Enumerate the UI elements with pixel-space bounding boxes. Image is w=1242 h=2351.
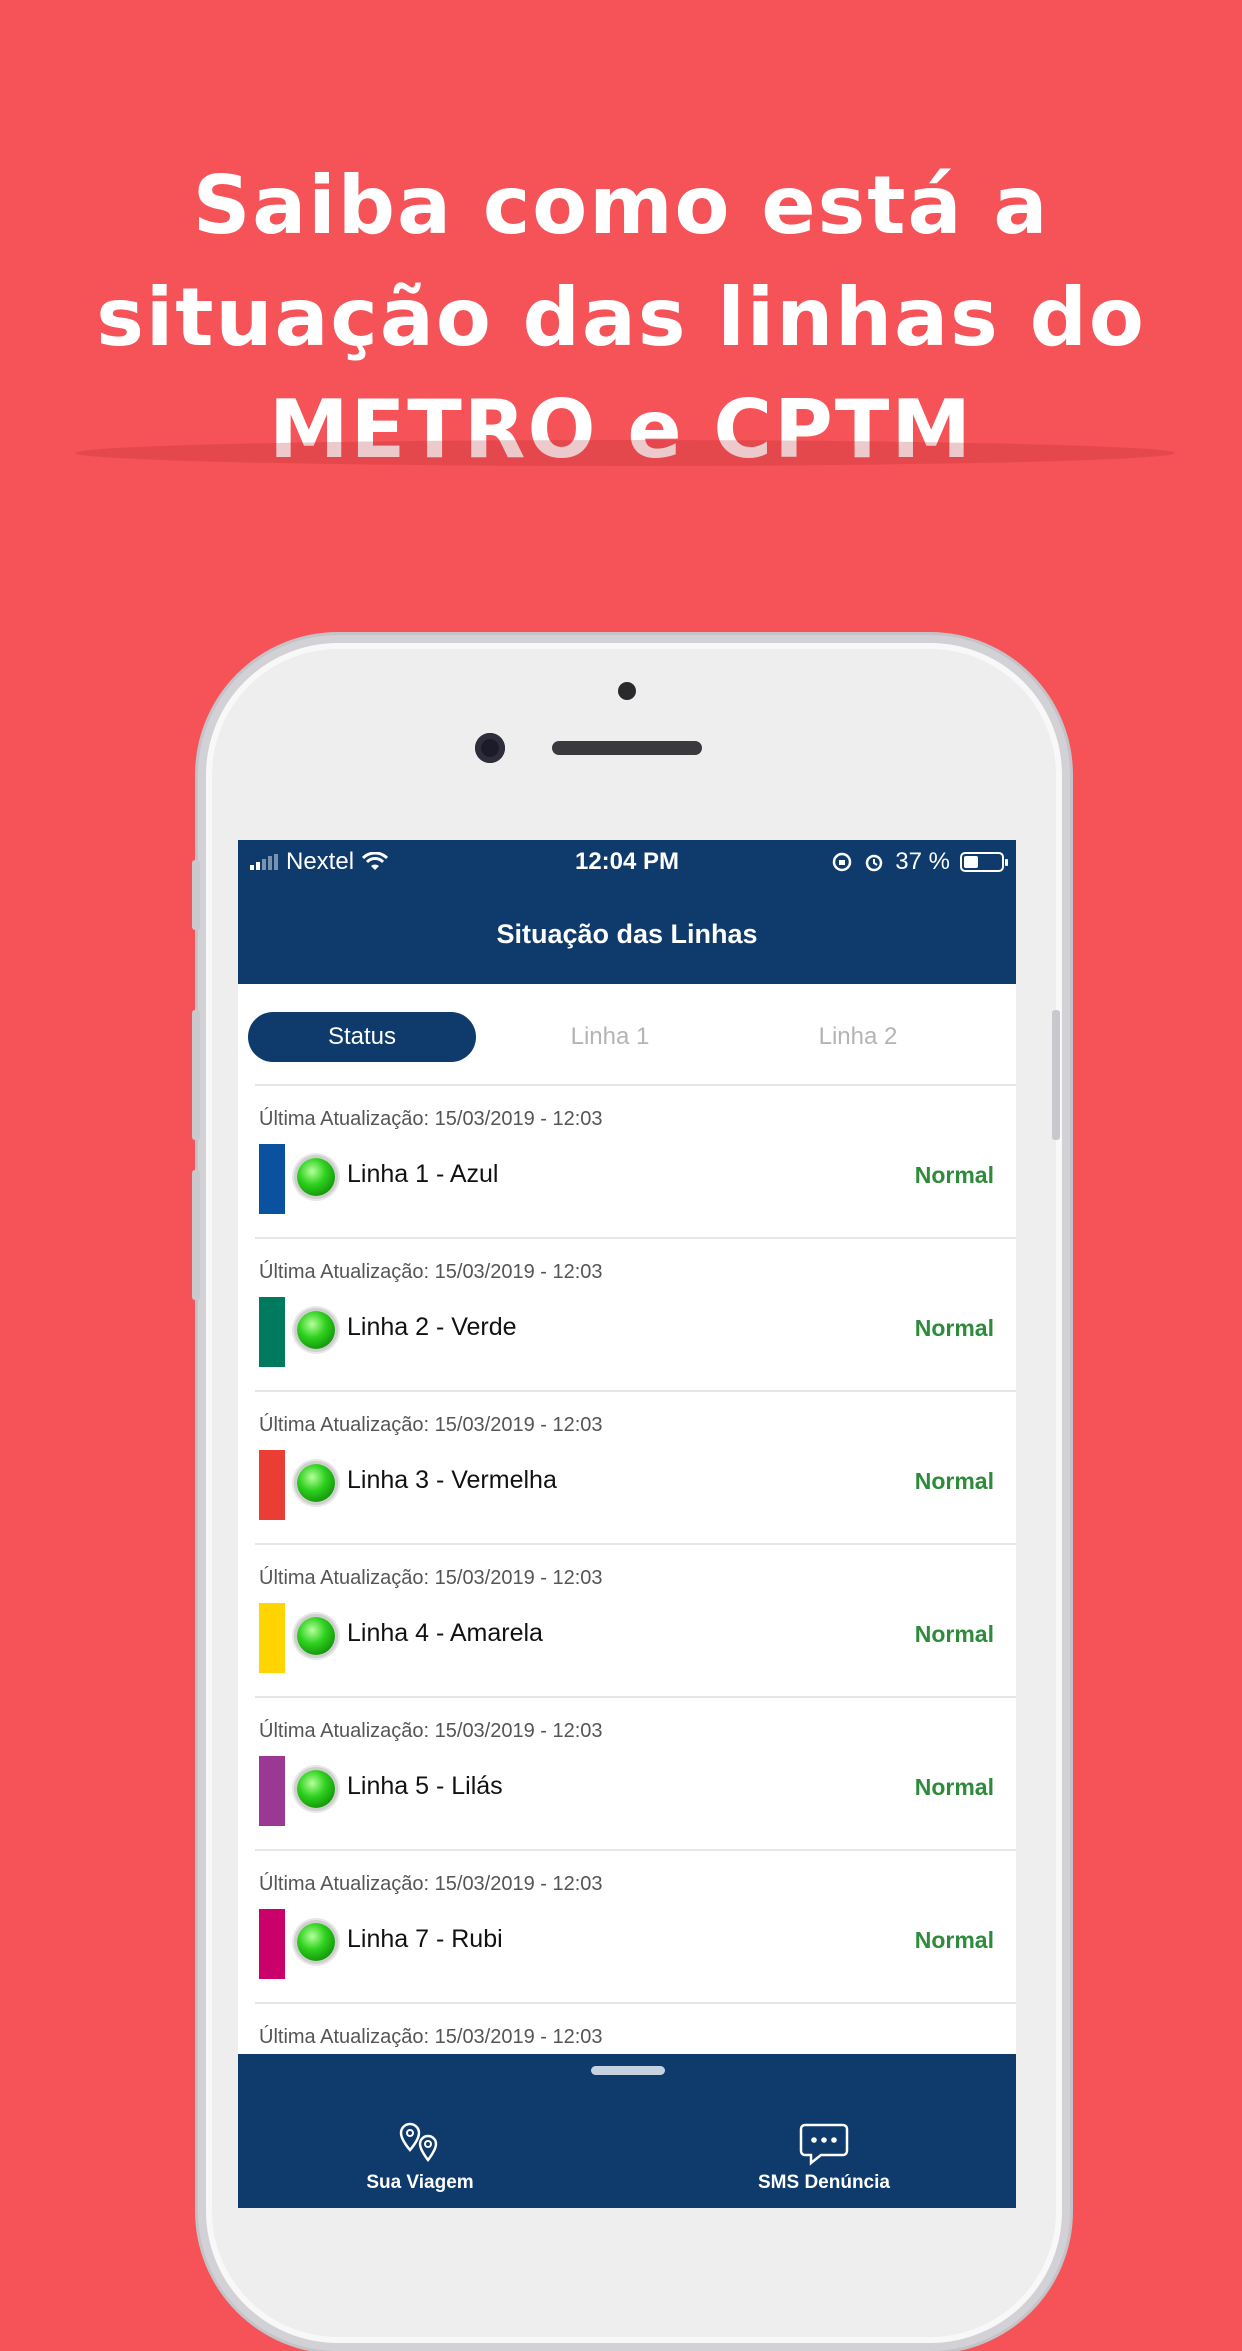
list-item[interactable]: Última Atualização: 15/03/2019 - 12:03 L… [255,1084,1016,1237]
status-light-icon [297,1311,335,1349]
status-badge: Normal [914,1468,994,1494]
phone-volume-down [192,1170,200,1300]
phone-volume-up [192,1010,200,1140]
status-right: 37 % [831,848,1008,876]
line-color-bar [259,1144,285,1214]
last-update: Última Atualização: 15/03/2019 - 12:03 [259,1720,603,1742]
status-light-icon [297,1923,335,1961]
status-light-icon [297,1617,335,1655]
list-item[interactable]: Última Atualização: 15/03/2019 - 12:03 L… [255,1849,1016,2002]
headline-line-2: situação das linhas do [96,271,1146,364]
status-light-icon [297,1770,335,1808]
last-update: Última Atualização: 15/03/2019 - 12:03 [259,2026,603,2048]
rotation-lock-icon [833,852,852,872]
decorative-swoosh [75,440,1175,466]
page-title: Situação das Linhas [238,884,1016,984]
line-color-bar [259,1450,285,1520]
line-name: Linha 7 - Rubi [347,1925,503,1953]
line-name: Linha 1 - Azul [347,1160,499,1188]
last-update: Última Atualização: 15/03/2019 - 12:03 [259,1873,603,1895]
phone-mute-switch [192,860,200,930]
line-name: Linha 3 - Vermelha [347,1466,557,1494]
lines-list: Última Atualização: 15/03/2019 - 12:03 L… [255,1084,1016,2155]
status-bar: Nextel 12:04 PM 37 % [238,840,1016,884]
battery-icon [960,852,1008,872]
earpiece-speaker [552,741,702,755]
sms-denuncia-button[interactable]: SMS Denúncia [724,2116,924,2194]
headline-line-3: METRO e CPTM [269,383,973,476]
list-item[interactable]: Última Atualização: 15/03/2019 - 12:03 L… [255,1696,1016,1849]
line-color-bar [259,1603,285,1673]
sua-viagem-label: Sua Viagem [366,2172,474,2193]
app-screen: Nextel 12:04 PM 37 % Situação das Linhas… [238,840,1016,2208]
last-update: Última Atualização: 15/03/2019 - 12:03 [259,1567,603,1589]
headline-line-1: Saiba como está a [192,159,1050,252]
line-color-bar [259,1909,285,1979]
status-badge: Normal [914,1162,994,1188]
sua-viagem-button[interactable]: Sua Viagem [320,2116,520,2194]
alarm-icon [866,854,883,872]
status-light-icon [297,1158,335,1196]
sms-denuncia-label: SMS Denúncia [758,2172,890,2193]
front-camera [475,733,505,763]
drag-handle[interactable] [591,2066,665,2075]
tab-linha-2[interactable]: Linha 2 [744,1012,972,1062]
status-badge: Normal [914,1315,994,1341]
status-badge: Normal [914,1621,994,1647]
tab-status[interactable]: Status [248,1012,476,1062]
tab-linha-1[interactable]: Linha 1 [496,1012,724,1062]
phone-power-button [1052,1010,1060,1140]
proximity-sensor [618,682,636,700]
map-pin-icon [399,2122,438,2163]
battery-percent: 37 % [895,848,950,875]
line-name: Linha 2 - Verde [347,1313,517,1341]
last-update: Última Atualização: 15/03/2019 - 12:03 [259,1261,603,1283]
line-color-bar [259,1756,285,1826]
list-item[interactable]: Última Atualização: 15/03/2019 - 12:03 L… [255,1390,1016,1543]
chat-bubble-icon [799,2123,849,2166]
line-name: Linha 5 - Lilás [347,1772,503,1800]
last-update: Última Atualização: 15/03/2019 - 12:03 [259,1108,603,1130]
list-item[interactable]: Última Atualização: 15/03/2019 - 12:03 L… [255,1543,1016,1696]
list-item[interactable]: Última Atualização: 15/03/2019 - 12:03 L… [255,1237,1016,1390]
headline: Saiba como está a situação das linhas do… [0,150,1242,486]
line-color-bar [259,1297,285,1367]
last-update: Última Atualização: 15/03/2019 - 12:03 [259,1414,603,1436]
status-badge: Normal [914,1927,994,1953]
status-badge: Normal [914,1774,994,1800]
bottom-navigation: Sua Viagem SMS Denúncia [238,2054,1016,2208]
status-light-icon [297,1464,335,1502]
line-name: Linha 4 - Amarela [347,1619,543,1647]
